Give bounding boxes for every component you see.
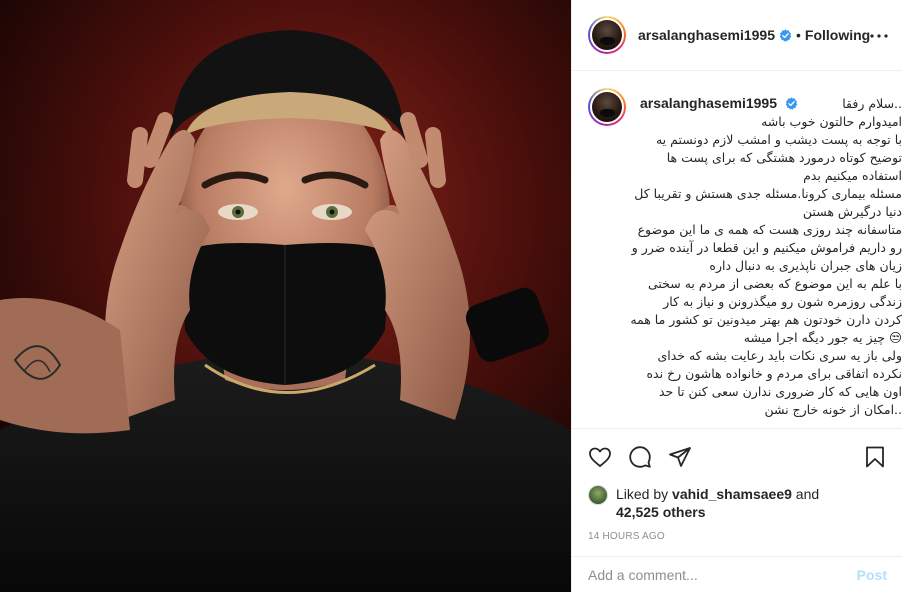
caption-line: متاسفانه چند روزی هست که همه ی ما این مو…	[637, 222, 902, 237]
caption-line: مسئله بیماری کرونا.مسئله جدی هستش و تقری…	[634, 186, 902, 201]
likes-prefix: Liked by	[616, 486, 669, 502]
caption-line: اون هایی که کار ضروری ندارن سعی کنن تا ح…	[658, 384, 902, 399]
caption-line: امیدوارم حالتون خوب باشه	[761, 114, 902, 129]
comment-input[interactable]	[588, 566, 857, 583]
caption-first-row: arsalanghasemi1995 ..سلام رفقا	[640, 94, 902, 113]
caption-line: زیان های جبران ناپذیری به دنبال داره	[709, 258, 902, 273]
caption-lines: امیدوارم حالتون خوب باشه با توجه به پست د…	[630, 113, 902, 419]
likes-joiner: and	[795, 486, 820, 502]
caption-line: دنیا درگیرش هستن	[802, 204, 902, 219]
action-icon-row	[588, 443, 887, 471]
likes-others-link[interactable]: 42,525 others	[616, 504, 706, 520]
caption-line: توضیح کوتاه درمورد هشتگی که برای پست ها	[666, 150, 902, 165]
caption-author-avatar[interactable]	[588, 88, 626, 126]
caption-line: ..سلام رفقا	[842, 95, 902, 111]
caption-username[interactable]: arsalanghasemi1995	[640, 95, 777, 111]
liker-avatar[interactable]	[588, 485, 608, 505]
header-separator: •	[795, 27, 801, 43]
post-actions: Liked by vahid_shamsaee9 and 42,525 othe…	[572, 428, 902, 556]
more-horizontal-icon[interactable]	[867, 24, 891, 48]
post-header: arsalanghasemi1995 • Following	[572, 0, 902, 71]
post-photo[interactable]	[0, 0, 571, 592]
liker-username[interactable]: vahid_shamsaee9	[672, 486, 792, 502]
following-button[interactable]: Following	[805, 27, 870, 43]
caption-line: رو داریم فراموش میکنیم و این قطعا در آین…	[631, 240, 902, 255]
post-comment-button[interactable]: Post	[857, 567, 887, 583]
share-icon[interactable]	[668, 445, 692, 469]
caption-row: arsalanghasemi1995 ..سلام رفقا امیدوارم …	[588, 88, 902, 419]
caption-line: نکرده اتفاقی برای مردم و خانواده هاشون ر…	[646, 366, 902, 381]
comment-bar: Post	[572, 556, 902, 592]
bookmark-icon[interactable]	[863, 445, 887, 469]
post-timestamp[interactable]: 14 HOURS AGO	[588, 531, 887, 542]
caption-text: arsalanghasemi1995 ..سلام رفقا امیدوارم …	[630, 88, 902, 419]
author-avatar[interactable]	[588, 16, 626, 54]
caption-line: 😒 چیز یه جور دیگه اجرا میشه	[743, 330, 902, 345]
caption-line: کردن دارن خودتون هم بهتر میدونین تو کشور…	[630, 312, 902, 327]
likes-summary: Liked by vahid_shamsaee9 and 42,525 othe…	[588, 485, 887, 521]
caption-line: ..امکان از خونه خارج نشن	[764, 402, 902, 417]
verified-badge-icon	[779, 28, 792, 42]
post-side-panel: arsalanghasemi1995 • Following arsalangh…	[571, 0, 902, 592]
comment-icon[interactable]	[628, 445, 652, 469]
caption-line: زندگی روزمره شون رو میگذرونن و نیاز به ک…	[663, 294, 902, 309]
caption-line: با علم به این موضوع که بعضی از مردم به س…	[647, 276, 902, 291]
caption-line: با توجه به پست دیشب و امشب لازم دونستم ی…	[655, 132, 902, 147]
author-username[interactable]: arsalanghasemi1995	[638, 27, 775, 43]
caption-scroll-area[interactable]: arsalanghasemi1995 ..سلام رفقا امیدوارم …	[572, 72, 902, 428]
post-photo-illustration	[0, 0, 571, 592]
likes-text: Liked by vahid_shamsaee9 and 42,525 othe…	[616, 485, 819, 521]
caption-line: ولی باز یه سری نکات باید رعایت بشه که خد…	[657, 348, 902, 363]
caption-line: استفاده میکنیم بدم	[803, 168, 902, 183]
heart-icon[interactable]	[588, 445, 612, 469]
verified-badge-icon	[785, 97, 798, 110]
